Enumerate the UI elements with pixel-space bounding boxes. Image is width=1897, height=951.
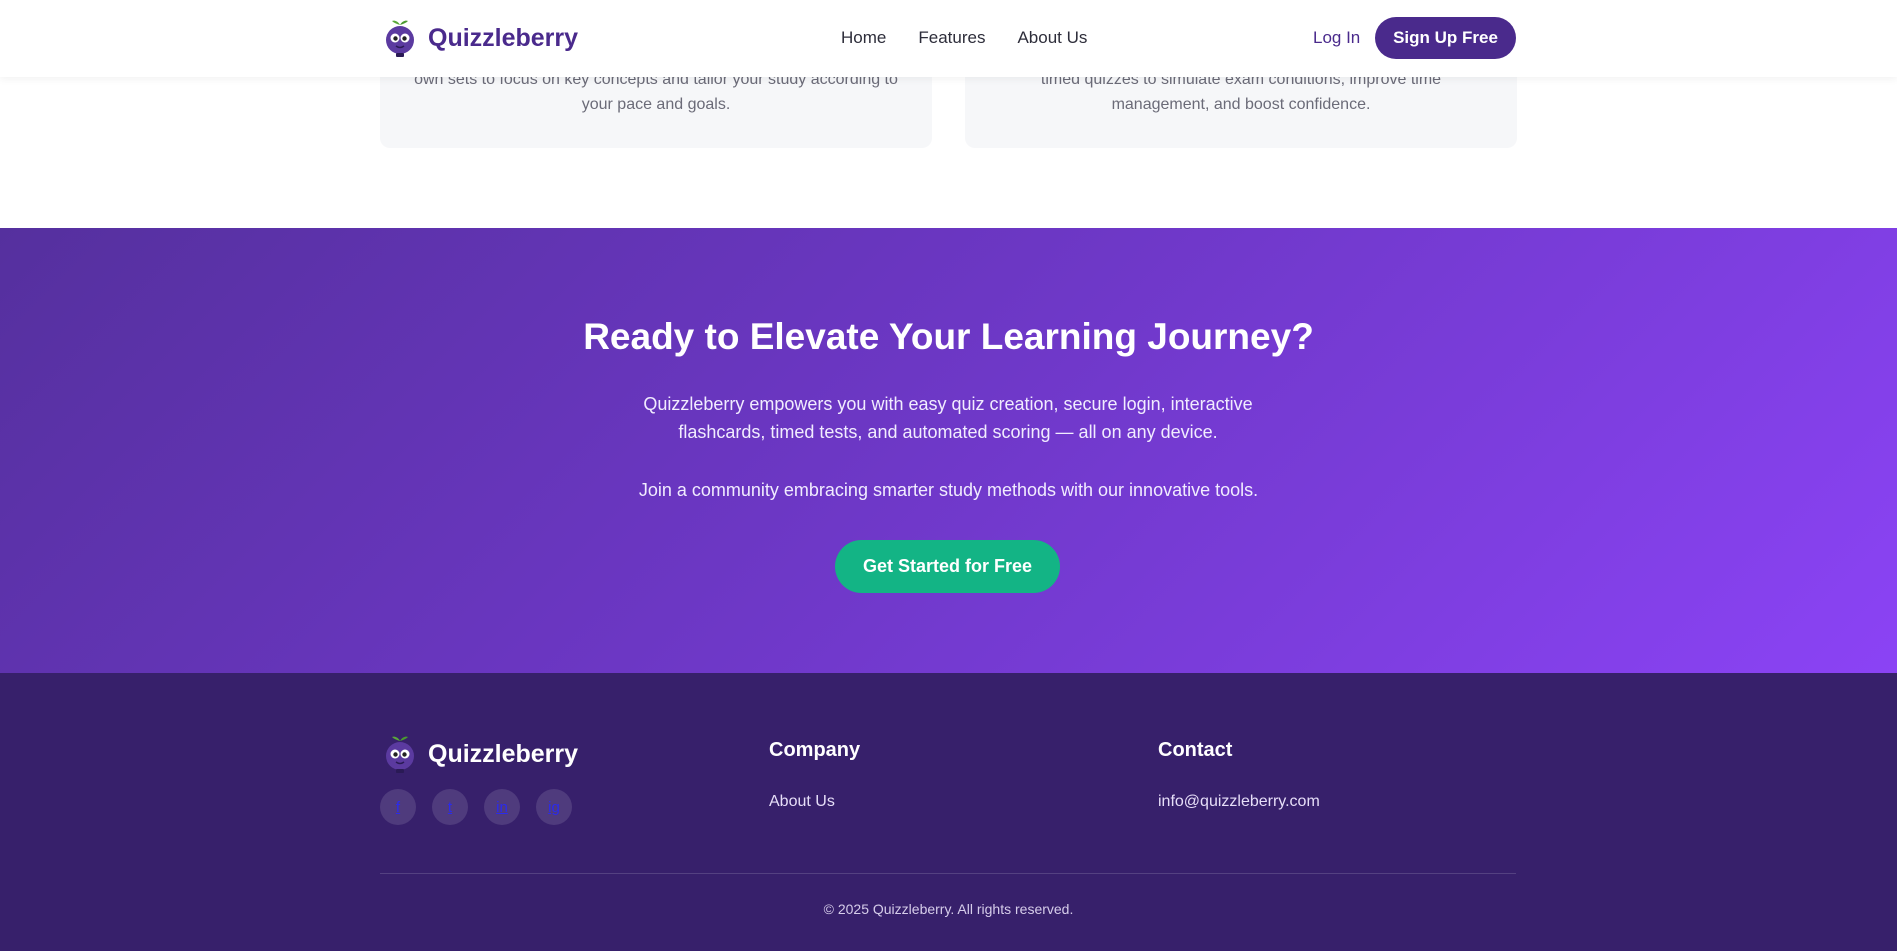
cta-description: Quizzleberry empowers you with easy quiz… — [643, 394, 1253, 442]
footer-email-link[interactable]: info@quizzleberry.com — [1158, 793, 1320, 811]
login-link[interactable]: Log In — [1313, 28, 1360, 48]
facebook-link[interactable]: f — [380, 789, 416, 825]
cta-join-text: Join a community embracing smarter study… — [638, 480, 1259, 500]
nav-home[interactable]: Home — [841, 28, 886, 48]
footer-company-heading: Company — [769, 739, 861, 761]
brand-name: Quizzleberry — [428, 23, 579, 52]
site-header: Quizzleberry Home Features About Us Log … — [0, 0, 1897, 77]
footer-logo[interactable]: Quizzleberry — [384, 734, 578, 774]
footer-contact-heading: Contact — [1158, 739, 1233, 761]
blueberry-mascot-icon — [384, 18, 416, 58]
blueberry-mascot-icon — [384, 734, 416, 774]
signup-button[interactable]: Sign Up Free — [1375, 17, 1516, 59]
instagram-link[interactable]: ig — [536, 789, 572, 825]
get-started-button[interactable]: Get Started for Free — [835, 540, 1060, 593]
site-footer: Quizzleberry f t in ig Company About Us … — [0, 673, 1897, 951]
nav-about-us[interactable]: About Us — [1017, 28, 1087, 48]
footer-divider — [380, 873, 1516, 874]
header-logo[interactable]: Quizzleberry — [384, 18, 578, 58]
social-links: f t in ig — [380, 789, 572, 825]
footer-brand-name: Quizzleberry — [428, 739, 579, 768]
cta-section: Ready to Elevate Your Learning Journey? … — [0, 228, 1897, 673]
twitter-link[interactable]: t — [432, 789, 468, 825]
linkedin-link[interactable]: in — [484, 789, 520, 825]
main-nav: Home Features About Us — [841, 28, 1087, 48]
nav-features[interactable]: Features — [918, 28, 985, 48]
cta-title: Ready to Elevate Your Learning Journey? — [583, 316, 1314, 357]
copyright-text: © 2025 Quizzleberry. All rights reserved… — [823, 901, 1074, 917]
footer-about-us-link[interactable]: About Us — [769, 793, 835, 811]
